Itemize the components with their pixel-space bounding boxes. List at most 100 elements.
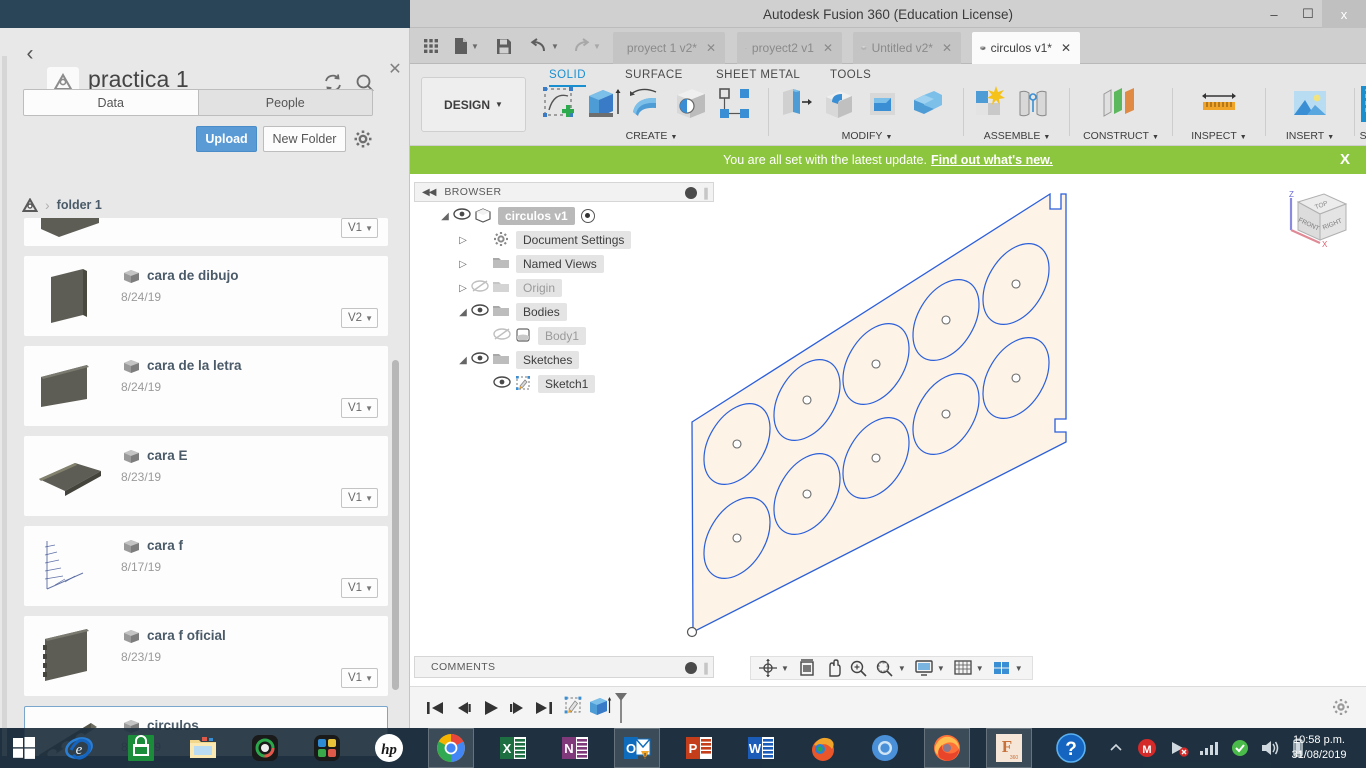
list-item[interactable]: cara f oficial 8/23/19 V1 ▼ xyxy=(24,616,388,696)
file-explorer-icon[interactable] xyxy=(180,728,226,768)
fillet-icon[interactable] xyxy=(818,84,860,124)
save-icon[interactable] xyxy=(496,36,512,56)
viewports-icon[interactable] xyxy=(991,658,1013,678)
combine-icon[interactable] xyxy=(906,84,948,124)
timeline-extrude-icon[interactable] xyxy=(588,695,612,717)
ribbon-group-label[interactable]: ASSEMBLE ▼ xyxy=(968,130,1066,142)
expand-arrow-icon[interactable]: ▷ xyxy=(456,259,470,270)
close-icon[interactable]: ✕ xyxy=(820,41,836,55)
tree-item-body1[interactable]: Body1 xyxy=(414,324,714,348)
maximize-button[interactable]: ☐ xyxy=(1290,0,1326,28)
expand-arrow-icon[interactable]: ◢ xyxy=(438,211,452,222)
version-chip[interactable]: V1 ▼ xyxy=(341,578,378,598)
create-sketch-icon[interactable] xyxy=(538,84,580,124)
press-pull-icon[interactable] xyxy=(774,84,816,124)
offset-plane-icon[interactable] xyxy=(1100,84,1142,124)
media-app-icon[interactable] xyxy=(242,728,288,768)
eye-icon[interactable] xyxy=(470,303,492,321)
ribbon-group-label[interactable]: CREATE ▼ xyxy=(538,130,765,142)
close-icon[interactable]: ✕ xyxy=(386,61,404,79)
shell-icon[interactable] xyxy=(862,84,904,124)
eye-hidden-icon[interactable] xyxy=(492,327,514,345)
close-icon[interactable]: ✕ xyxy=(703,41,719,55)
grid-snap-icon[interactable] xyxy=(952,658,974,678)
display-settings-icon[interactable] xyxy=(913,658,935,678)
browser-tree[interactable]: ◢ circulos v1 ▷ Document Settings ▷ Name… xyxy=(414,204,714,396)
malwarebytes-icon[interactable]: M xyxy=(1135,728,1159,768)
insert-image-icon[interactable] xyxy=(1289,84,1331,124)
version-chip[interactable]: V1 ▼ xyxy=(341,218,378,238)
extrude-icon[interactable] xyxy=(582,84,624,124)
viewport[interactable]: ◀◀ BROWSER ∥ ◢ circulos v1 ▷ Document Se… xyxy=(410,174,1366,686)
collapse-icon[interactable]: ◀◀ xyxy=(422,187,436,198)
grid-icon[interactable] xyxy=(422,36,440,56)
hole-icon[interactable] xyxy=(670,84,712,124)
joint-icon[interactable] xyxy=(1012,84,1054,124)
excel-icon[interactable]: X xyxy=(490,728,536,768)
ribbon-group-label[interactable]: MODIFY ▼ xyxy=(774,130,960,142)
measure-icon[interactable] xyxy=(1198,84,1240,124)
breadcrumb-folder[interactable]: folder 1 xyxy=(57,198,102,212)
chevron-down-icon[interactable]: ▼ xyxy=(976,664,984,673)
back-chevron-icon[interactable]: ‹ xyxy=(18,40,42,68)
hp-support-icon[interactable]: hp xyxy=(366,728,412,768)
close-icon[interactable]: ✕ xyxy=(1058,41,1074,55)
onenote-icon[interactable]: N xyxy=(552,728,598,768)
pin-icon[interactable] xyxy=(685,662,697,674)
document-tab-active[interactable]: circulos v1* ✕ xyxy=(972,32,1080,64)
outlook-icon[interactable]: O ! xyxy=(614,728,660,768)
eye-icon[interactable] xyxy=(452,207,474,225)
redo-icon[interactable]: ▼ xyxy=(572,36,601,56)
firefox-old-icon[interactable] xyxy=(800,728,846,768)
list-item[interactable]: cara f 8/17/19 V1 ▼ xyxy=(24,526,388,606)
tree-item-named-views[interactable]: ▷ Named Views xyxy=(414,252,714,276)
close-icon[interactable]: ✕ xyxy=(939,41,955,55)
undo-icon[interactable]: ▼ xyxy=(530,36,559,56)
internet-explorer-icon[interactable]: e xyxy=(56,728,102,768)
google-chrome-icon[interactable] xyxy=(428,728,474,768)
tab-people[interactable]: People xyxy=(197,90,372,115)
document-tab[interactable]: proyect2 v1 ✕ xyxy=(737,32,842,64)
tree-item-origin[interactable]: ▷ Origin xyxy=(414,276,714,300)
powerpoint-icon[interactable]: P xyxy=(676,728,722,768)
workspace-switcher[interactable]: DESIGN ▼ xyxy=(421,77,526,132)
comments-bar[interactable]: COMMENTS ∥ xyxy=(414,656,714,678)
gear-icon[interactable] xyxy=(353,129,373,149)
ribbon-group-label[interactable]: SELECT▼ xyxy=(1354,130,1366,142)
version-chip[interactable]: V2 ▼ xyxy=(341,308,378,328)
ribbon-group-label[interactable]: INSERT ▼ xyxy=(1270,130,1350,142)
pan-icon[interactable] xyxy=(822,658,844,678)
tree-item-circulos[interactable]: ◢ circulos v1 xyxy=(414,204,714,228)
list-item[interactable]: cara de dibujo 8/24/19 V2 ▼ xyxy=(24,256,388,336)
close-icon[interactable]: X xyxy=(1340,151,1350,168)
fusion360-icon[interactable]: F 360 xyxy=(986,728,1032,768)
upload-button[interactable]: Upload xyxy=(196,126,257,152)
file-name[interactable]: cara f xyxy=(147,538,183,553)
list-item[interactable]: cara de la letra 8/24/19 V1 ▼ xyxy=(24,346,388,426)
ribbon-tab-tools[interactable]: TOOLS xyxy=(830,69,871,85)
eye-icon[interactable] xyxy=(470,351,492,369)
expand-arrow-icon[interactable]: ▷ xyxy=(456,235,470,246)
file-name[interactable]: cara de dibujo xyxy=(147,268,239,283)
orbit-icon[interactable] xyxy=(757,658,779,678)
timeline-play-icon[interactable] xyxy=(480,699,502,717)
activate-radio[interactable] xyxy=(580,209,595,223)
puzzle-app-icon[interactable] xyxy=(304,728,350,768)
version-chip[interactable]: V1 ▼ xyxy=(341,668,378,688)
look-at-icon[interactable] xyxy=(796,658,818,678)
show-hidden-icons-icon[interactable] xyxy=(1105,728,1127,768)
signal-bars-icon[interactable] xyxy=(1197,728,1221,768)
timeline-marker-icon[interactable] xyxy=(614,692,628,724)
document-tab[interactable]: proyect 1 v2* ✕ xyxy=(613,32,725,64)
new-file-icon[interactable]: ▼ xyxy=(454,36,479,56)
pattern-icon[interactable] xyxy=(714,84,756,124)
timeline-last-icon[interactable] xyxy=(533,699,555,717)
minimize-button[interactable]: – xyxy=(1256,0,1292,28)
tree-item-sketch1[interactable]: Sketch1 xyxy=(414,372,714,396)
close-button[interactable]: x xyxy=(1322,0,1366,28)
ribbon-tab-surface[interactable]: SURFACE xyxy=(625,69,683,85)
select-icon[interactable] xyxy=(1358,84,1366,124)
list-scrollbar-thumb[interactable] xyxy=(392,360,399,690)
tab-data[interactable]: Data xyxy=(24,90,198,115)
chevron-down-icon[interactable]: ▼ xyxy=(937,664,945,673)
